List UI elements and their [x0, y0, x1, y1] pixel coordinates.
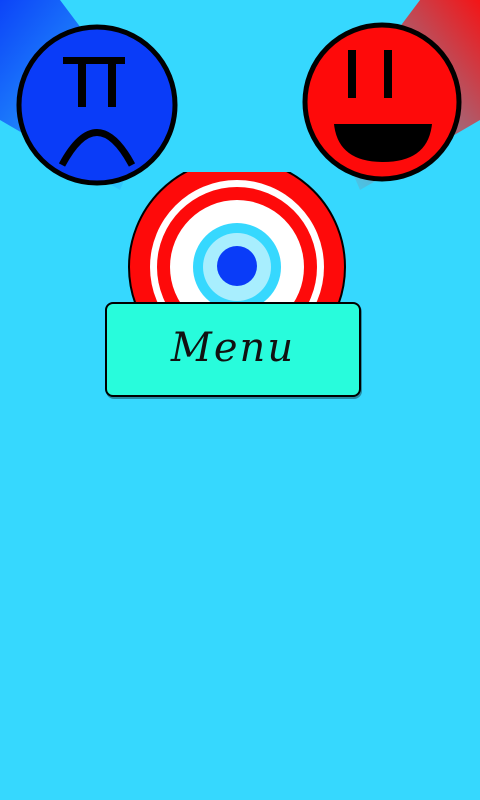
bullseye-target-icon	[128, 172, 346, 304]
menu-button-label: Menu	[170, 324, 296, 371]
menu-button[interactable]: Menu	[105, 302, 361, 397]
game-screen: Menu	[0, 0, 480, 800]
red-face-left-eye	[348, 50, 356, 98]
red-face-right-eye	[384, 50, 392, 98]
blue-face-right-eye	[108, 57, 116, 107]
target-center-blue	[217, 246, 257, 286]
blue-face-disc	[16, 24, 178, 186]
blue-sad-face-icon	[0, 0, 178, 190]
red-happy-face-icon	[302, 0, 480, 190]
blue-face-left-eye	[78, 57, 86, 107]
